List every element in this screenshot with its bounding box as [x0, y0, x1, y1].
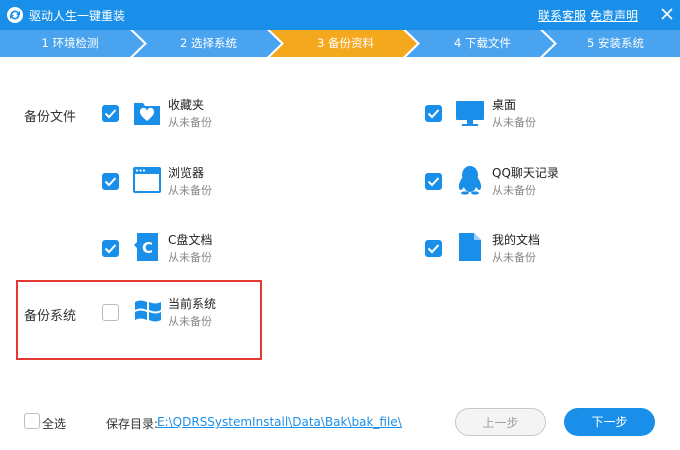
- checkmark-icon: [104, 244, 117, 254]
- current-system-name: 当前系统: [168, 297, 217, 311]
- title-bar: 驱动人生一键重装 联系客服 免责声明: [0, 0, 680, 30]
- my-documents-checkbox[interactable]: [425, 240, 442, 257]
- checkmark-icon: [427, 244, 440, 254]
- step-install-system: 5 安装系统: [587, 36, 644, 50]
- current-system-checkbox[interactable]: [102, 304, 119, 321]
- qq-chat-name: QQ聊天记录: [492, 166, 559, 180]
- select-all-checkbox[interactable]: [24, 413, 40, 429]
- next-step-button[interactable]: 下一步: [564, 408, 655, 436]
- desktop-name: 桌面: [492, 98, 517, 112]
- my-documents-name: 我的文档: [492, 233, 541, 247]
- desktop-status: 从未备份: [492, 116, 536, 129]
- favorites-folder-icon: [134, 103, 160, 125]
- checkmark-icon: [104, 109, 117, 119]
- disclaimer-link[interactable]: 免责声明: [590, 7, 638, 24]
- windows-logo-icon: [135, 300, 161, 322]
- qq-penguin-icon: [458, 166, 482, 195]
- browser-window-icon: [133, 167, 161, 193]
- previous-step-button[interactable]: 上一步: [455, 408, 546, 436]
- close-icon[interactable]: [659, 6, 675, 22]
- favorites-name: 收藏夹: [168, 98, 205, 112]
- step-progress-bar: 1 环境检测 2 选择系统 3 备份资料 4 下载文件 5 安装系统: [0, 30, 680, 57]
- desktop-monitor-icon: [456, 101, 484, 126]
- c-drive-docs-checkbox[interactable]: [102, 240, 119, 257]
- step-environment-check: 1 环境检测: [41, 36, 99, 50]
- current-system-status: 从未备份: [168, 315, 212, 328]
- qq-chat-status: 从未备份: [492, 184, 536, 197]
- backup-files-label: 备份文件: [24, 110, 77, 125]
- contact-support-link[interactable]: 联系客服: [538, 7, 586, 24]
- c-drive-docs-name: C盘文档: [168, 233, 213, 247]
- my-documents-icon: [459, 233, 481, 261]
- checkmark-icon: [104, 177, 117, 187]
- save-directory-path-link[interactable]: E:\QDRSSystemInstall\Data\Bak\bak_file\: [157, 415, 402, 429]
- refresh-logo-icon: [7, 7, 23, 23]
- svg-text:C: C: [142, 239, 153, 257]
- select-all-label: 全选: [42, 417, 67, 431]
- step-select-system: 2 选择系统: [180, 36, 237, 50]
- browser-checkbox[interactable]: [102, 173, 119, 190]
- favorites-status: 从未备份: [168, 116, 212, 129]
- c-drive-docs-status: 从未备份: [168, 251, 212, 264]
- window-title: 驱动人生一键重装: [29, 9, 126, 23]
- step-backup-data: 3 备份资料: [317, 36, 374, 50]
- backup-system-label: 备份系统: [24, 309, 77, 324]
- my-documents-status: 从未备份: [492, 251, 536, 264]
- save-directory-label: 保存目录:: [106, 417, 159, 431]
- checkmark-icon: [427, 177, 440, 187]
- c-drive-document-icon: C: [134, 233, 158, 261]
- desktop-checkbox[interactable]: [425, 105, 442, 122]
- checkmark-icon: [427, 109, 440, 119]
- qq-chat-checkbox[interactable]: [425, 173, 442, 190]
- browser-name: 浏览器: [168, 166, 205, 180]
- browser-status: 从未备份: [168, 184, 212, 197]
- favorites-checkbox[interactable]: [102, 105, 119, 122]
- step-download-files: 4 下载文件: [454, 36, 511, 50]
